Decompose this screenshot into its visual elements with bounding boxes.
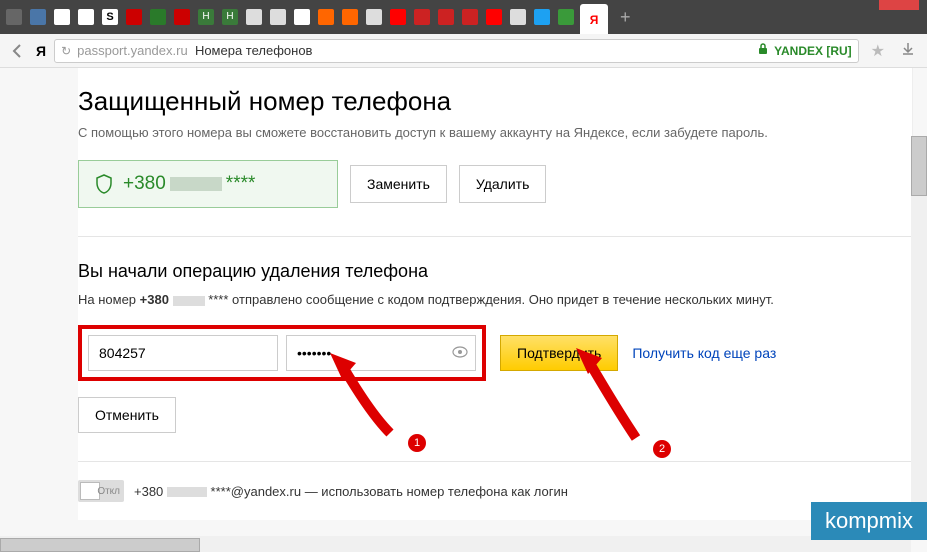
url-text: passport.yandex.ru Номера телефонов: [77, 43, 312, 58]
tab-favicon-s[interactable]: S: [102, 9, 118, 25]
tab-favicon-green[interactable]: [150, 9, 166, 25]
reload-icon[interactable]: ↻: [61, 44, 71, 58]
page-title: Защищенный номер телефона: [78, 86, 912, 117]
resend-code-link[interactable]: Получить код еще раз: [632, 345, 776, 361]
divider: [78, 461, 912, 462]
shield-icon: [95, 174, 113, 194]
vertical-scrollbar-thumb[interactable]: [911, 136, 927, 196]
new-tab-button[interactable]: +: [612, 7, 639, 28]
code-input[interactable]: [88, 335, 278, 371]
active-tab[interactable]: Я: [580, 4, 608, 34]
tab-favicon-mail[interactable]: [54, 9, 70, 25]
login-text: +380 ****@yandex.ru — использовать номер…: [134, 484, 568, 499]
tab-favicon-tv[interactable]: [78, 9, 94, 25]
tab-favicon-doc4[interactable]: [510, 9, 526, 25]
protected-phone-row: +380**** Заменить Удалить: [78, 160, 912, 208]
tab-favicon-o[interactable]: [294, 9, 310, 25]
tab-favicon-vk[interactable]: [30, 9, 46, 25]
back-button[interactable]: [8, 41, 28, 61]
bookmark-star-icon[interactable]: ★: [867, 41, 889, 61]
protected-phone-number: +380****: [123, 173, 255, 195]
tab-favicon-doc3[interactable]: [366, 9, 382, 25]
tab-favicon-h[interactable]: H: [198, 9, 214, 25]
tab-favicon-doc2[interactable]: [270, 9, 286, 25]
active-tab-favicon: Я: [586, 12, 602, 28]
replace-button[interactable]: Заменить: [350, 165, 447, 203]
yandex-logo[interactable]: Я: [36, 43, 46, 59]
delete-button[interactable]: Удалить: [459, 165, 546, 203]
page-viewport: Защищенный номер телефона С помощью этог…: [0, 68, 927, 552]
tab-favicon-orange[interactable]: [318, 9, 334, 25]
tab-favicon-youtube2[interactable]: [174, 9, 190, 25]
download-icon[interactable]: [897, 42, 919, 59]
tab-favicon-doc[interactable]: [246, 9, 262, 25]
tab-bar-indicator: [879, 0, 919, 10]
horizontal-scrollbar-track[interactable]: [0, 536, 911, 552]
operation-heading: Вы начали операцию удаления телефона: [78, 261, 912, 282]
tab-favicon-chart2[interactable]: [438, 9, 454, 25]
divider: [78, 236, 912, 237]
cancel-button[interactable]: Отменить: [78, 397, 176, 433]
eye-icon[interactable]: [452, 345, 468, 361]
security-label: YANDEX [RU]: [774, 44, 852, 58]
page-content: Защищенный номер телефона С помощью этог…: [78, 68, 913, 520]
password-wrap: [286, 335, 476, 371]
lock-icon: [758, 43, 768, 58]
url-field[interactable]: ↻ passport.yandex.ru Номера телефонов YA…: [54, 39, 859, 63]
tab-favicon-yandex2[interactable]: [486, 9, 502, 25]
tab-favicon-h2[interactable]: H: [222, 9, 238, 25]
tab-favicon-chart1[interactable]: [414, 9, 430, 25]
tab-favicon-blue[interactable]: [534, 9, 550, 25]
confirm-row: Подтвердить Получить код еще раз: [78, 325, 912, 381]
info-line: На номер +380 **** отправлено сообщение …: [78, 292, 912, 307]
highlight-box-inputs: [78, 325, 486, 381]
tab-favicon[interactable]: [6, 9, 22, 25]
tab-favicon-yandex[interactable]: [390, 9, 406, 25]
address-bar: Я ↻ passport.yandex.ru Номера телефонов …: [0, 34, 927, 68]
page-subtitle: С помощью этого номера вы сможете восста…: [78, 125, 912, 140]
tab-favicon-chart3[interactable]: [462, 9, 478, 25]
password-input[interactable]: [286, 335, 476, 371]
annotation-badge-1: 1: [408, 434, 426, 452]
horizontal-scrollbar-thumb[interactable]: [0, 538, 200, 552]
toggle-off-label: Откл: [97, 486, 120, 497]
phone-as-login-row: Откл +380 ****@yandex.ru — использовать …: [78, 480, 912, 502]
vertical-scrollbar-track[interactable]: [911, 136, 927, 536]
browser-tab-bar: S H H Я +: [0, 0, 927, 34]
tab-favicon-youtube[interactable]: [126, 9, 142, 25]
toggle-switch[interactable]: Откл: [78, 480, 124, 502]
tab-favicon-mi[interactable]: [342, 9, 358, 25]
tab-favicon-green2[interactable]: [558, 9, 574, 25]
annotation-badge-2: 2: [653, 440, 671, 458]
watermark: kompmix: [811, 502, 927, 540]
confirm-button[interactable]: Подтвердить: [500, 335, 618, 371]
protected-phone-display: +380****: [78, 160, 338, 208]
